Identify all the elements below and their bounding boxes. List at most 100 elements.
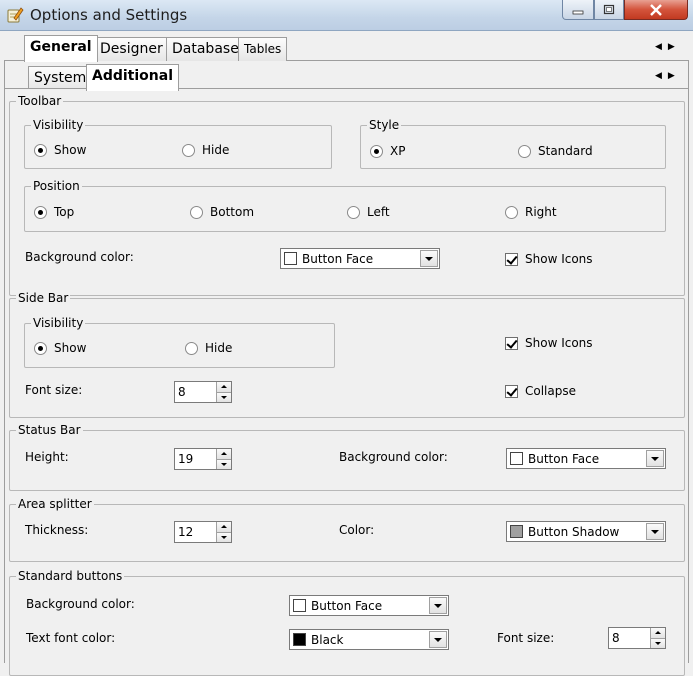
select-value: Button Shadow [528, 524, 620, 539]
scroll-left-icon[interactable]: ◀ [655, 41, 668, 51]
spin-up-button[interactable] [651, 628, 665, 638]
dropdown-button[interactable] [420, 250, 438, 267]
radio-indicator[interactable] [190, 205, 203, 219]
maximize-button[interactable] [594, 0, 624, 20]
scroll-right-icon[interactable]: ▶ [668, 70, 681, 80]
radio-indicator[interactable] [370, 144, 383, 158]
toolbar-visibility-title: Visibility [31, 118, 86, 132]
status-bar-group: Status Bar Height: 19 Background color: … [9, 423, 685, 491]
spinner-value[interactable]: 8 [609, 631, 650, 645]
chevron-up-icon [221, 385, 227, 389]
tab-tables[interactable]: Tables [238, 37, 288, 61]
toolbar-style-group: Style XP Standard [360, 118, 666, 169]
radio-indicator[interactable] [347, 205, 360, 219]
sub-tab-scroll[interactable]: ◀▶ [655, 70, 681, 81]
tab-designer[interactable]: Designer [94, 37, 169, 61]
chevron-down-icon [655, 641, 661, 645]
radio-indicator[interactable] [34, 205, 47, 219]
side-bar-visibility-group: Visibility Show Hide [24, 316, 335, 368]
toolbar-show-radio[interactable]: Show [34, 143, 86, 157]
toolbar-bottom-radio[interactable]: Bottom [190, 205, 254, 219]
subtab-system[interactable]: System [28, 66, 93, 90]
status-bar-group-title: Status Bar [16, 423, 83, 437]
minimize-button[interactable] [562, 0, 594, 20]
spinner-value[interactable]: 8 [175, 385, 216, 399]
radio-indicator[interactable] [518, 144, 531, 158]
radio-label: Left [367, 205, 390, 219]
color-swatch [293, 633, 306, 646]
toolbar-background-select[interactable]: Button Face [280, 248, 440, 269]
dropdown-button[interactable] [429, 631, 447, 648]
main-tab-scroll[interactable]: ◀▶ [655, 41, 681, 52]
dropdown-button[interactable] [429, 597, 447, 614]
checkbox-label: Show Icons [525, 336, 593, 350]
standard-buttons-group: Standard buttons Background color: Butto… [9, 569, 685, 676]
radio-label: Show [54, 143, 87, 157]
side-bar-font-size-spinner[interactable]: 8 [174, 381, 232, 403]
status-bar-background-label: Background color: [339, 450, 448, 464]
radio-indicator[interactable] [34, 341, 47, 355]
tab-database[interactable]: Database [166, 37, 245, 61]
toolbar-standard-radio[interactable]: Standard [518, 144, 593, 158]
spinner-value[interactable]: 19 [175, 452, 216, 466]
standard-buttons-font-size-spinner[interactable]: 8 [608, 627, 666, 649]
side-bar-collapse-checkbox[interactable]: Collapse [505, 384, 576, 398]
color-swatch [510, 525, 523, 538]
status-bar-height-spinner[interactable]: 19 [174, 448, 232, 470]
spin-down-button[interactable] [217, 391, 231, 402]
checkbox-indicator[interactable] [505, 252, 518, 266]
side-bar-group: Side Bar Visibility Show Hide Show Icons… [9, 291, 685, 418]
select-value: Button Face [528, 451, 600, 466]
toolbar-right-radio[interactable]: Right [505, 205, 557, 219]
radio-indicator[interactable] [182, 143, 195, 157]
toolbar-group-title: Toolbar [16, 94, 64, 108]
toolbar-show-icons-checkbox[interactable]: Show Icons [505, 252, 593, 266]
tab-general[interactable]: General [24, 35, 98, 62]
toolbar-position-group: Position Top Bottom Left Right [24, 179, 666, 232]
toolbar-xp-radio[interactable]: XP [370, 144, 405, 158]
radio-indicator[interactable] [185, 341, 198, 355]
scroll-left-icon[interactable]: ◀ [655, 70, 668, 80]
title-bar: Options and Settings [0, 0, 693, 31]
side-bar-hide-radio[interactable]: Hide [185, 341, 232, 355]
toolbar-left-radio[interactable]: Left [347, 205, 390, 219]
radio-indicator[interactable] [34, 143, 47, 157]
area-splitter-thickness-label: Thickness: [25, 523, 89, 537]
spin-up-button[interactable] [217, 449, 231, 459]
status-bar-background-select[interactable]: Button Face [506, 448, 666, 469]
chevron-down-icon [221, 535, 227, 539]
checkbox-label: Show Icons [525, 252, 593, 266]
standard-buttons-background-select[interactable]: Button Face [289, 595, 449, 616]
subtab-additional[interactable]: Additional [86, 64, 179, 91]
radio-label: Hide [205, 341, 233, 355]
checkbox-indicator[interactable] [505, 336, 518, 350]
area-splitter-thickness-spinner[interactable]: 12 [174, 521, 232, 543]
side-bar-show-radio[interactable]: Show [34, 341, 86, 355]
spin-up-button[interactable] [217, 382, 231, 392]
radio-label: Hide [202, 143, 230, 157]
dropdown-button[interactable] [646, 450, 664, 467]
spin-down-button[interactable] [217, 531, 231, 542]
checkbox-indicator[interactable] [505, 384, 518, 398]
spin-down-button[interactable] [651, 637, 665, 648]
standard-buttons-text-color-select[interactable]: Black [289, 629, 449, 650]
side-bar-show-icons-checkbox[interactable]: Show Icons [505, 336, 593, 350]
standard-buttons-font-size-label: Font size: [497, 631, 555, 645]
radio-label: Standard [538, 144, 593, 158]
chevron-down-icon [651, 456, 659, 461]
scroll-right-icon[interactable]: ▶ [668, 41, 681, 51]
close-button[interactable] [624, 0, 688, 20]
side-bar-visibility-title: Visibility [31, 316, 86, 330]
chevron-down-icon [434, 603, 442, 608]
radio-indicator[interactable] [505, 205, 518, 219]
spinner-value[interactable]: 12 [175, 525, 216, 539]
radio-label: Right [525, 205, 557, 219]
spin-up-button[interactable] [217, 522, 231, 532]
chevron-up-icon [221, 525, 227, 529]
toolbar-top-radio[interactable]: Top [34, 205, 74, 219]
spin-down-button[interactable] [217, 458, 231, 469]
toolbar-hide-radio[interactable]: Hide [182, 143, 229, 157]
color-swatch [284, 252, 297, 265]
dropdown-button[interactable] [646, 523, 664, 540]
area-splitter-color-select[interactable]: Button Shadow [506, 521, 666, 542]
